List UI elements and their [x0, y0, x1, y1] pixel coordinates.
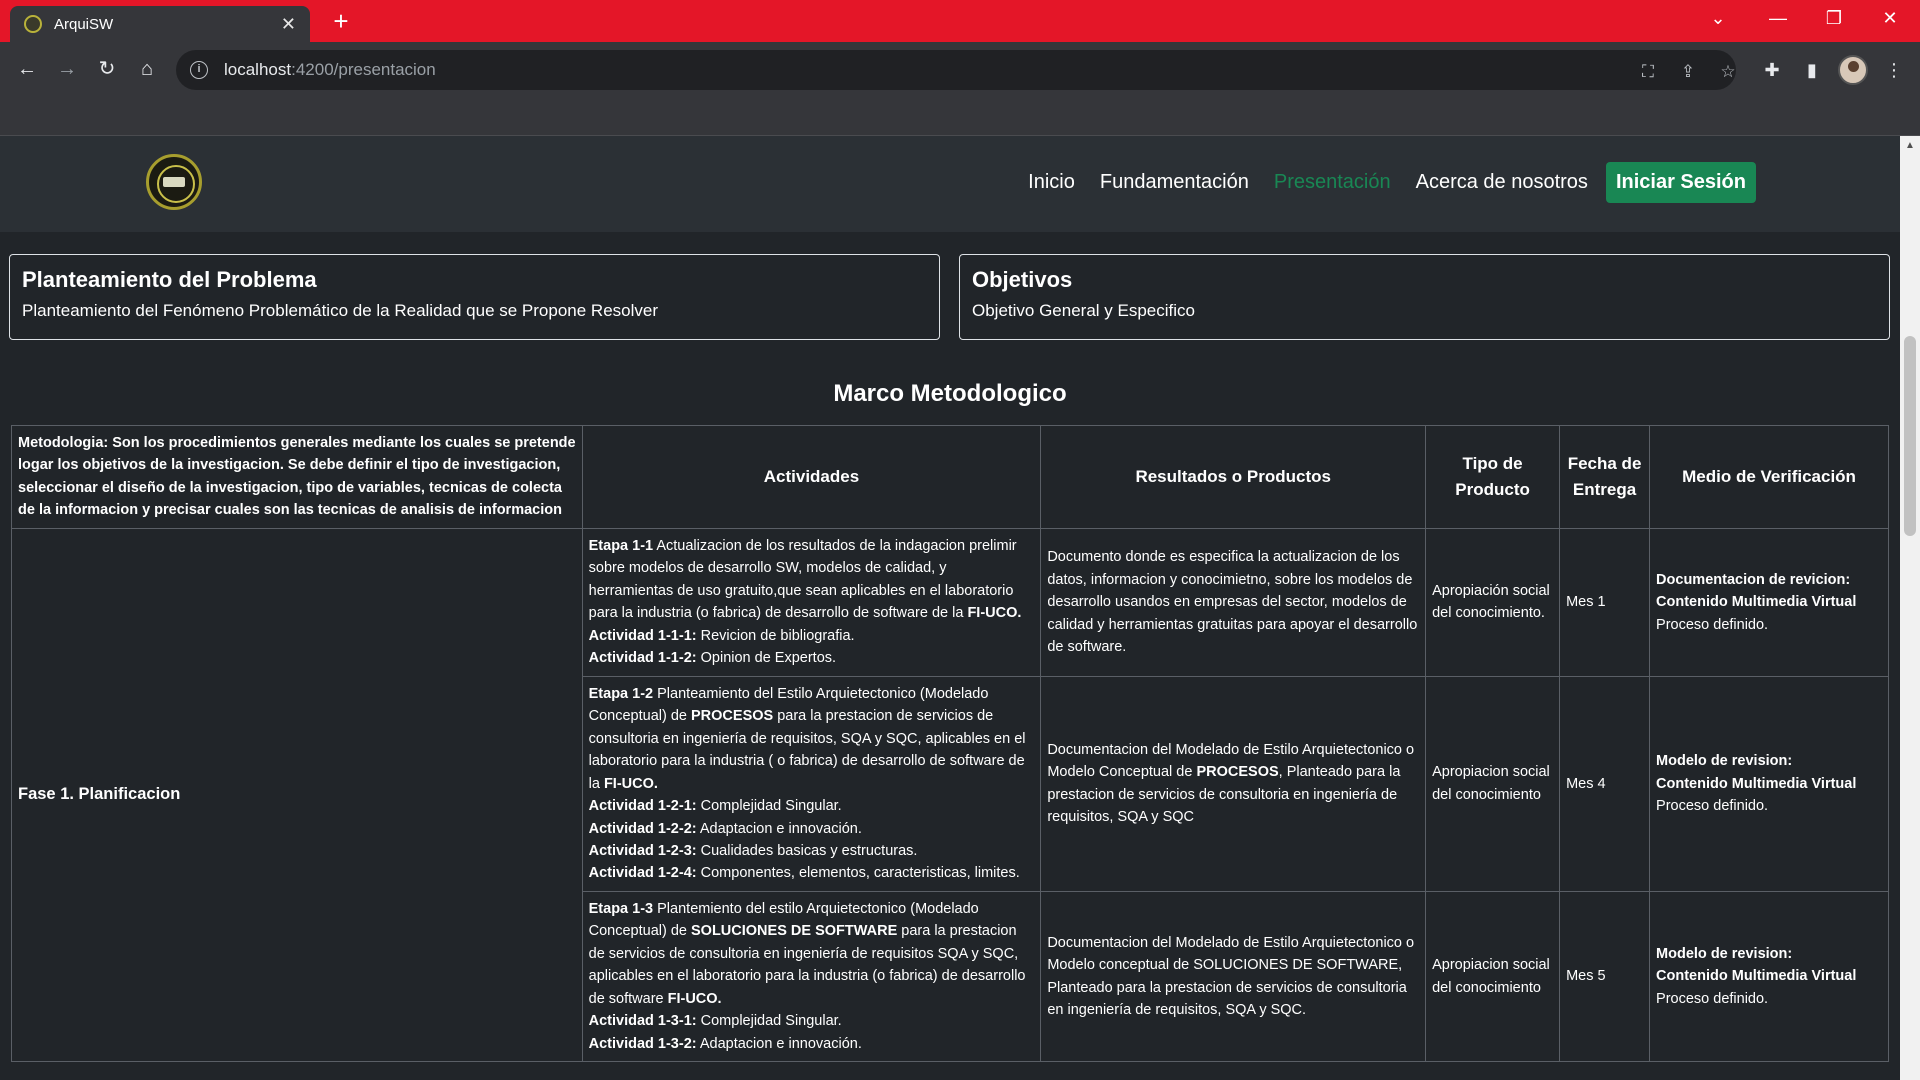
delivery-date-cell: Mes 4: [1559, 675, 1651, 892]
verification-cell: Modelo de revision: Contenido Multimedia…: [1649, 890, 1889, 1063]
minimize-button[interactable]: —: [1750, 0, 1806, 36]
card-title: Planteamiento del Problema: [22, 267, 317, 292]
methodology-header: Metodologia: Son los procedimientos gene…: [11, 425, 583, 529]
card-objetivos[interactable]: Objetivos Objetivo General y Especifico: [959, 254, 1890, 340]
nav-link-presentacion[interactable]: Presentación: [1274, 171, 1391, 194]
results-cell: Documento donde es especifica la actuali…: [1040, 527, 1427, 677]
phase-cell: Fase 1. Planificacion: [11, 527, 583, 1063]
close-window-button[interactable]: ✕: [1862, 0, 1918, 36]
product-type-cell: Apropiación social del conocimiento.: [1425, 527, 1561, 677]
browser-toolbar: ← → ↻ ⌂ i localhost:4200/presentacion ⛶ …: [0, 42, 1920, 98]
side-panel-icon[interactable]: ▮: [1798, 56, 1826, 84]
column-header: Actividades: [581, 425, 1042, 529]
table-row: Fase 1. Planificacion Etapa 1-1 Actualiz…: [11, 527, 1889, 1063]
activities-cell: Etapa 1-2 Planteamiento del Estilo Arqui…: [581, 675, 1042, 892]
browser-tab[interactable]: ArquiSW ✕: [10, 6, 310, 42]
url-host: localhost: [224, 60, 292, 79]
column-header: Resultados o Productos: [1040, 425, 1427, 529]
section-title: Marco Metodologico: [833, 380, 1067, 407]
tab-search-chevron-icon[interactable]: ⌄: [1690, 0, 1746, 36]
product-type-cell: Apropiacion social del conocimiento: [1425, 675, 1561, 892]
card-planteamiento[interactable]: Planteamiento del Problema Planteamiento…: [9, 254, 940, 340]
site-navbar: Inicio Fundamentación Presentación Acerc…: [0, 136, 1900, 232]
tab-close-icon[interactable]: ✕: [281, 14, 296, 35]
activities-cell: Etapa 1-1 Actualizacion de los resultado…: [581, 527, 1042, 677]
nav-link-acerca[interactable]: Acerca de nosotros: [1416, 171, 1588, 194]
delivery-date-cell: Mes 1: [1559, 527, 1651, 677]
verification-cell: Documentacion de revicion: Contenido Mul…: [1649, 527, 1889, 677]
scroll-up-arrow-icon[interactable]: ▲: [1905, 140, 1915, 151]
page-viewport: Inicio Fundamentación Presentación Acerc…: [0, 136, 1900, 1080]
reload-icon[interactable]: ↻: [92, 54, 122, 84]
new-tab-button[interactable]: +: [326, 6, 356, 36]
forward-arrow-icon[interactable]: →: [52, 54, 82, 84]
bookmark-bar: [0, 98, 1920, 136]
back-arrow-icon[interactable]: ←: [12, 54, 42, 84]
card-subtitle: Objetivo General y Especifico: [972, 301, 1195, 320]
browser-tab-bar: ArquiSW ✕ + ⌄ — ❐ ✕: [0, 0, 1920, 42]
nav-link-inicio[interactable]: Inicio: [1028, 171, 1075, 194]
restore-button[interactable]: ❐: [1806, 0, 1862, 36]
login-button[interactable]: Iniciar Sesión: [1605, 162, 1756, 203]
url-path: :4200/presentacion: [291, 60, 436, 79]
address-bar[interactable]: i localhost:4200/presentacion ⛶ ⇪ ☆: [176, 50, 1736, 90]
tab-title: ArquiSW: [54, 15, 114, 33]
methodology-table: Metodologia: Son los procedimientos gene…: [11, 425, 1889, 1063]
card-subtitle: Planteamiento del Fenómeno Problemático …: [22, 301, 658, 320]
site-favicon-icon: [24, 15, 42, 33]
profile-avatar[interactable]: [1838, 55, 1868, 85]
column-header: Tipo de Producto: [1425, 425, 1561, 529]
menu-kebab-icon[interactable]: ⋮: [1880, 56, 1908, 84]
column-header: Fecha de Entrega: [1559, 425, 1651, 529]
site-info-icon[interactable]: i: [190, 61, 208, 79]
table-header-row: Metodologia: Son los procedimientos gene…: [11, 425, 1889, 529]
home-icon[interactable]: ⌂: [132, 54, 162, 84]
column-header: Medio de Verificación: [1649, 425, 1889, 529]
translate-icon[interactable]: ⛶: [1636, 60, 1660, 84]
product-type-cell: Apropiacion social del conocimiento: [1425, 890, 1561, 1063]
delivery-date-cell: Mes 5: [1559, 890, 1651, 1063]
activities-cell: Etapa 1-3 Plantemiento del estilo Arquie…: [581, 890, 1042, 1063]
nav-links: Inicio Fundamentación Presentación Acerc…: [1003, 162, 1756, 203]
extensions-icon[interactable]: ✚: [1758, 56, 1786, 84]
verification-cell: Modelo de revision: Contenido Multimedia…: [1649, 675, 1889, 892]
site-logo[interactable]: [146, 154, 202, 210]
page-scrollbar[interactable]: ▲: [1900, 136, 1920, 1080]
nav-link-fundamentacion[interactable]: Fundamentación: [1100, 171, 1249, 194]
results-cell: Documentacion del Modelado de Estilo Arq…: [1040, 675, 1427, 892]
share-icon[interactable]: ⇪: [1676, 60, 1700, 84]
bookmark-star-icon[interactable]: ☆: [1716, 60, 1740, 84]
results-cell: Documentacion del Modelado de Estilo Arq…: [1040, 890, 1427, 1063]
scrollbar-thumb[interactable]: [1904, 336, 1916, 536]
card-title: Objetivos: [972, 267, 1073, 292]
